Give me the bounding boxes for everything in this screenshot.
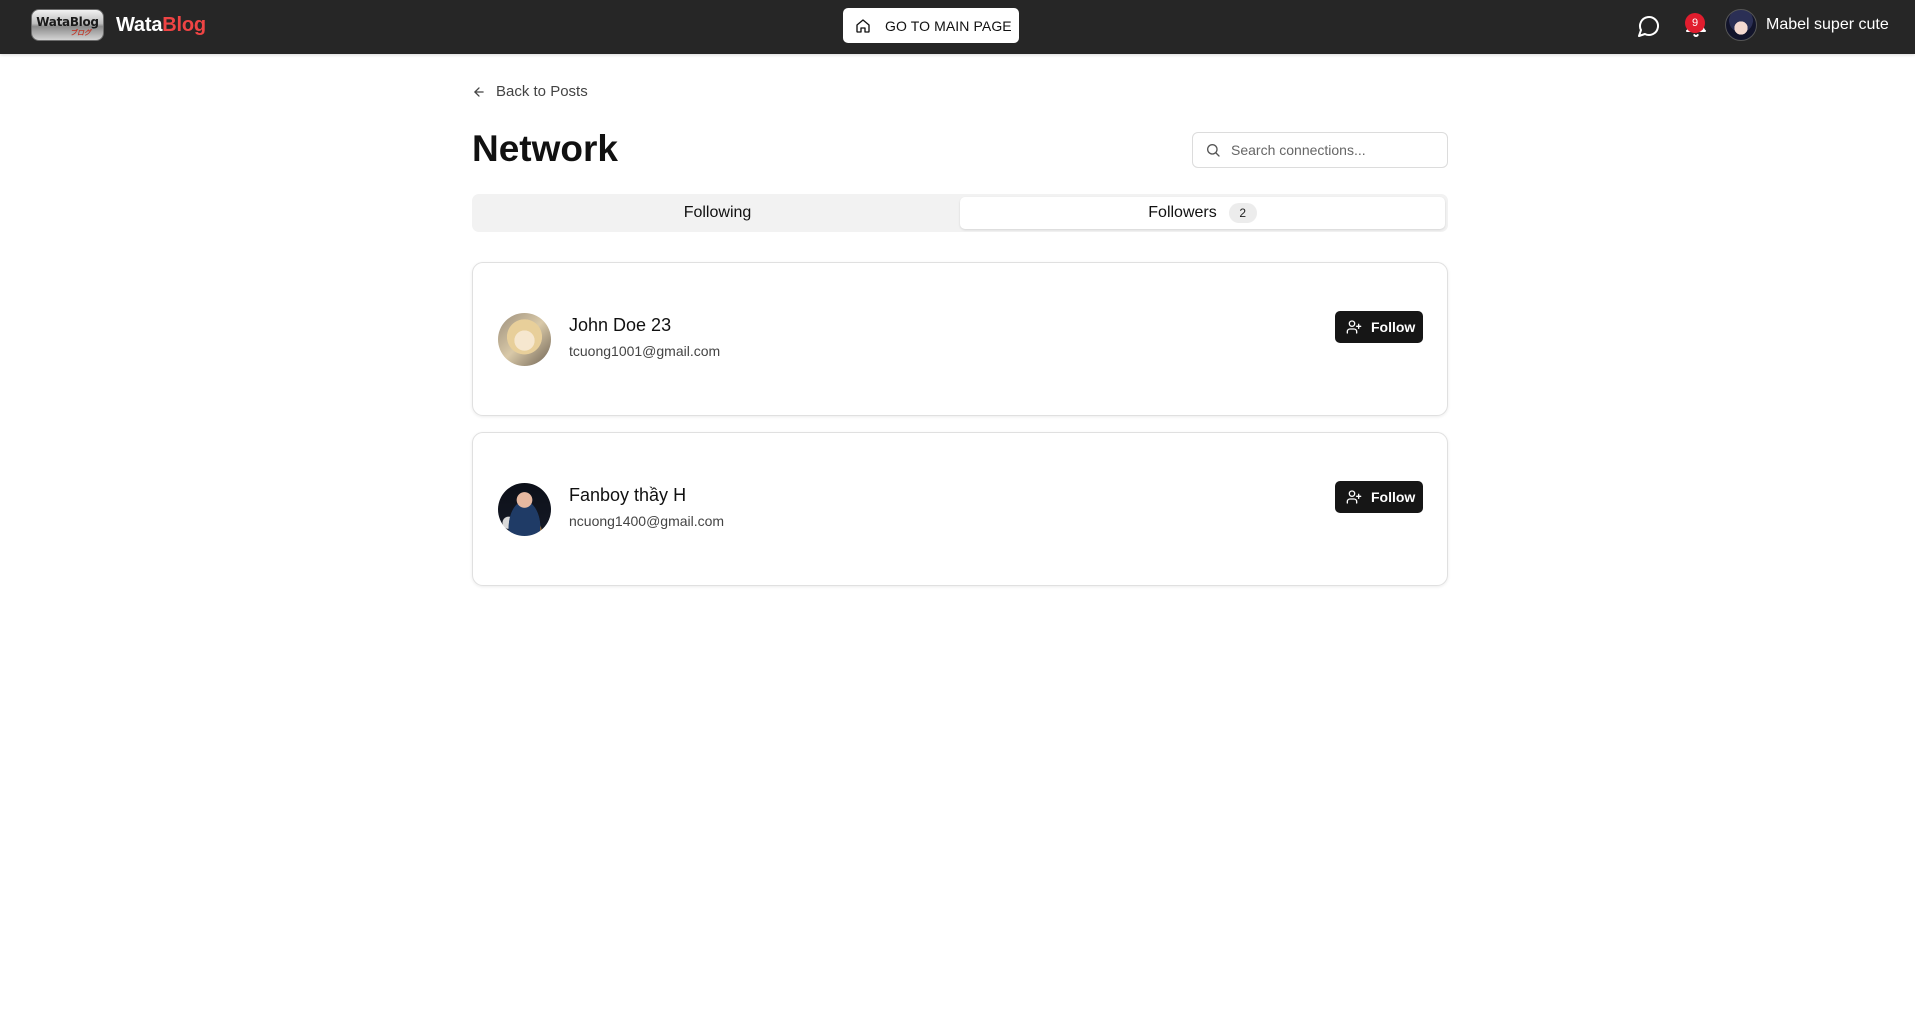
go-to-main-page-button[interactable]: GO TO MAIN PAGE [843, 8, 1019, 43]
avatar[interactable] [498, 483, 551, 536]
search-icon [1205, 142, 1221, 158]
connection-email: tcuong1001@gmail.com [569, 343, 721, 359]
user-plus-icon [1346, 319, 1362, 335]
go-to-main-page-label: GO TO MAIN PAGE [885, 17, 1012, 34]
avatar[interactable] [498, 313, 551, 366]
brand-name: WataBlog [116, 14, 206, 37]
message-circle-icon[interactable] [1637, 14, 1661, 38]
brand-name-part2: Blog [162, 13, 206, 36]
connection-name[interactable]: John Doe 23 [569, 315, 671, 336]
follow-button[interactable]: Follow [1335, 311, 1423, 343]
avatar [1725, 9, 1757, 41]
brand-home-link[interactable]: WataBlog ブログ WataBlog [31, 9, 206, 41]
connection-email: ncuong1400@gmail.com [569, 513, 725, 529]
follow-button[interactable]: Follow [1335, 481, 1423, 513]
home-icon [855, 18, 871, 34]
top-navbar: WataBlog ブログ WataBlog GO TO MAIN PAGE 9 … [0, 0, 1915, 54]
followers-count-badge: 2 [1228, 203, 1257, 223]
connection-card: Fanboy thầy H ncuong1400@gmail.com Follo… [472, 432, 1448, 586]
tab-followers[interactable]: Followers 2 [960, 197, 1445, 229]
page-title: Network [472, 128, 618, 169]
user-name: Mabel super cute [1766, 16, 1889, 33]
user-plus-icon [1346, 489, 1362, 505]
follow-button-label: Follow [1371, 319, 1416, 335]
connection-name[interactable]: Fanboy thầy H [569, 485, 686, 506]
logo-badge: WataBlog ブログ [31, 9, 104, 41]
network-tabs: Following Followers 2 [472, 194, 1448, 232]
user-menu[interactable]: Mabel super cute [1725, 9, 1889, 41]
tab-following-label: Following [683, 204, 752, 221]
brand-name-part1: Wata [116, 13, 163, 36]
notification-count-badge: 9 [1685, 13, 1705, 33]
arrow-left-icon [472, 85, 486, 99]
back-to-posts-link[interactable]: Back to Posts [472, 83, 588, 100]
tab-followers-label: Followers [1148, 204, 1217, 221]
search-input[interactable] [1231, 142, 1431, 158]
tab-following[interactable]: Following [475, 197, 960, 229]
search-box[interactable] [1192, 132, 1448, 168]
back-to-posts-label: Back to Posts [496, 83, 588, 100]
connection-card: John Doe 23 tcuong1001@gmail.com Follow [472, 262, 1448, 416]
follow-button-label: Follow [1371, 489, 1416, 505]
